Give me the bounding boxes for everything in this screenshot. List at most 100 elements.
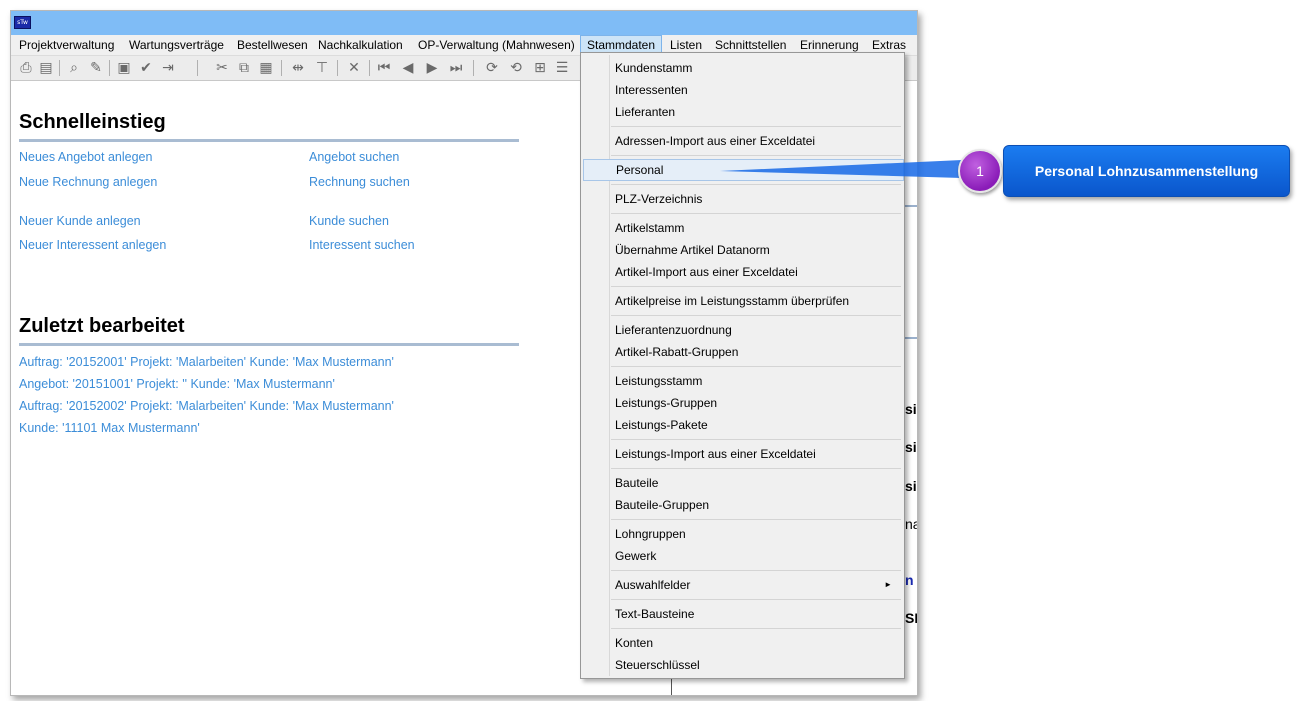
menu-separator [611, 599, 901, 600]
toolbar-separator [59, 60, 60, 76]
toolbar-separator [369, 60, 370, 76]
link-neuer-kunde[interactable]: Neuer Kunde anlegen [19, 214, 141, 228]
link-kunde-suchen[interactable]: Kunde suchen [309, 214, 389, 228]
pane-text-fragment: SE [905, 610, 917, 626]
section-title-zuletzt-bearbeitet: Zuletzt bearbeitet [19, 315, 185, 337]
menu-item-adressen-import[interactable]: Adressen-Import aus einer Exceldatei [583, 130, 902, 152]
menu-item-datanorm[interactable]: Übernahme Artikel Datanorm [583, 239, 902, 261]
menu-item-steuerschluessel[interactable]: Steuerschlüssel [583, 654, 902, 676]
edit-icon[interactable]: ✎ [87, 59, 105, 77]
menu-item-lieferanten[interactable]: Lieferanten [583, 101, 902, 123]
menu-item-bauteile-gruppen[interactable]: Bauteile-Gruppen [583, 494, 902, 516]
menu-separator [611, 468, 901, 469]
pane-text-fragment: si [905, 401, 917, 417]
list-icon[interactable]: ☰ [553, 59, 571, 77]
stammdaten-dropdown: Kundenstamm Interessenten Lieferanten Ad… [580, 52, 905, 679]
window-icon[interactable]: ⊞ [531, 59, 549, 77]
menu-item-auswahlfelder[interactable]: Auswahlfelder ► [583, 574, 902, 596]
menu-item-text-bausteine[interactable]: Text-Bausteine [583, 603, 902, 625]
menu-separator [611, 155, 901, 156]
recent-item[interactable]: Kunde: '11101 Max Mustermann' [19, 421, 200, 435]
menu-item-gewerk[interactable]: Gewerk [583, 545, 902, 567]
pane-text-fragment: na [905, 516, 917, 532]
menu-item-leistungs-gruppen[interactable]: Leistungs-Gruppen [583, 392, 902, 414]
pane-text-fragment: si [905, 478, 917, 494]
toolbar-separator [473, 60, 474, 76]
menu-item-leistungs-import[interactable]: Leistungs-Import aus einer Exceldatei [583, 443, 902, 465]
recent-item[interactable]: Angebot: '20151001' Projekt: '' Kunde: '… [19, 377, 335, 391]
insert-column-icon[interactable]: ⇹ [289, 59, 307, 77]
toolbar-separator [197, 60, 198, 76]
menu-item-artikelstamm[interactable]: Artikelstamm [583, 217, 902, 239]
menu-separator [611, 315, 901, 316]
menu-item-personal[interactable]: Personal [583, 159, 904, 181]
submenu-arrow-icon: ► [884, 580, 892, 589]
menu-separator [611, 126, 901, 127]
menu-item-lieferantenzuordnung[interactable]: Lieferantenzuordnung [583, 319, 902, 341]
menu-separator [611, 628, 901, 629]
section-divider [19, 139, 519, 142]
export-icon[interactable]: ⇥ [159, 59, 177, 77]
link-angebot-suchen[interactable]: Angebot suchen [309, 150, 399, 164]
menu-separator [611, 213, 901, 214]
menu-item-kundenstamm[interactable]: Kundenstamm [583, 57, 902, 79]
pane-divider [904, 205, 917, 207]
menu-separator [611, 570, 901, 571]
link-interessent-suchen[interactable]: Interessent suchen [309, 238, 415, 252]
menu-item-artikel-import[interactable]: Artikel-Import aus einer Exceldatei [583, 261, 902, 283]
menu-item-lohngruppen[interactable]: Lohngruppen [583, 523, 902, 545]
print-preview-icon[interactable]: ▤ [37, 59, 55, 77]
first-record-icon[interactable]: ⏮ [375, 59, 393, 77]
title-bar: sTw [11, 11, 917, 35]
menu-separator [611, 439, 901, 440]
refresh-icon[interactable]: ⟳ [483, 59, 501, 77]
menu-wartungsvertraege[interactable]: Wartungsverträge [123, 35, 230, 55]
callout-number-badge: 1 [958, 149, 1002, 193]
recent-item[interactable]: Auftrag: '20152001' Projekt: 'Malarbeite… [19, 355, 394, 369]
insert-row-icon[interactable]: ⊤ [313, 59, 331, 77]
menu-item-bauteile[interactable]: Bauteile [583, 472, 902, 494]
menu-op-verwaltung[interactable]: OP-Verwaltung (Mahnwesen) [412, 35, 581, 55]
save-icon[interactable]: ▣ [115, 59, 133, 77]
search-icon[interactable]: ⌕ [65, 59, 83, 77]
pane-divider [904, 337, 917, 339]
previous-record-icon[interactable]: ◀ [399, 59, 417, 77]
menu-item-leistungs-pakete[interactable]: Leistungs-Pakete [583, 414, 902, 436]
last-record-icon[interactable]: ⏭ [447, 59, 465, 77]
recent-item[interactable]: Auftrag: '20152002' Projekt: 'Malarbeite… [19, 399, 394, 413]
paste-icon[interactable]: ▦ [257, 59, 275, 77]
link-neuer-interessent[interactable]: Neuer Interessent anlegen [19, 238, 166, 252]
sync-icon[interactable]: ⟲ [507, 59, 525, 77]
menu-item-leistungsstamm[interactable]: Leistungsstamm [583, 370, 902, 392]
menu-separator [611, 519, 901, 520]
menu-item-artikelpreise[interactable]: Artikelpreise im Leistungsstamm überprüf… [583, 290, 902, 312]
next-record-icon[interactable]: ▶ [423, 59, 441, 77]
link-neue-rechnung[interactable]: Neue Rechnung anlegen [19, 175, 157, 189]
pane-text-fragment: si [905, 439, 917, 455]
menu-separator [611, 184, 901, 185]
menu-item-interessenten[interactable]: Interessenten [583, 79, 902, 101]
menu-projektverwaltung[interactable]: Projektverwaltung [13, 35, 120, 55]
menu-item-plz-verzeichnis[interactable]: PLZ-Verzeichnis [583, 188, 902, 210]
toolbar-separator [109, 60, 110, 76]
delete-icon[interactable]: ✕ [345, 59, 363, 77]
toolbar-separator [337, 60, 338, 76]
section-divider [19, 343, 519, 346]
pane-text-fragment: n [905, 572, 914, 588]
section-title-schnelleinstieg: Schnelleinstieg [19, 111, 166, 133]
print-icon[interactable]: ⎙ [17, 59, 35, 77]
menu-bestellwesen[interactable]: Bestellwesen [231, 35, 314, 55]
link-neues-angebot[interactable]: Neues Angebot anlegen [19, 150, 152, 164]
link-rechnung-suchen[interactable]: Rechnung suchen [309, 175, 410, 189]
menu-nachkalkulation[interactable]: Nachkalkulation [312, 35, 409, 55]
menu-item-artikel-rabatt-gruppen[interactable]: Artikel-Rabatt-Gruppen [583, 341, 902, 363]
menu-separator [611, 366, 901, 367]
copy-icon[interactable]: ⧉ [235, 59, 253, 77]
check-icon[interactable]: ✔ [137, 59, 155, 77]
menu-separator [611, 286, 901, 287]
menu-item-konten[interactable]: Konten [583, 632, 902, 654]
toolbar-separator [281, 60, 282, 76]
cut-icon[interactable]: ✂ [213, 59, 231, 77]
app-logo-icon: sTw [14, 16, 31, 29]
callout-label: Personal Lohnzusammenstellung [1003, 145, 1290, 197]
